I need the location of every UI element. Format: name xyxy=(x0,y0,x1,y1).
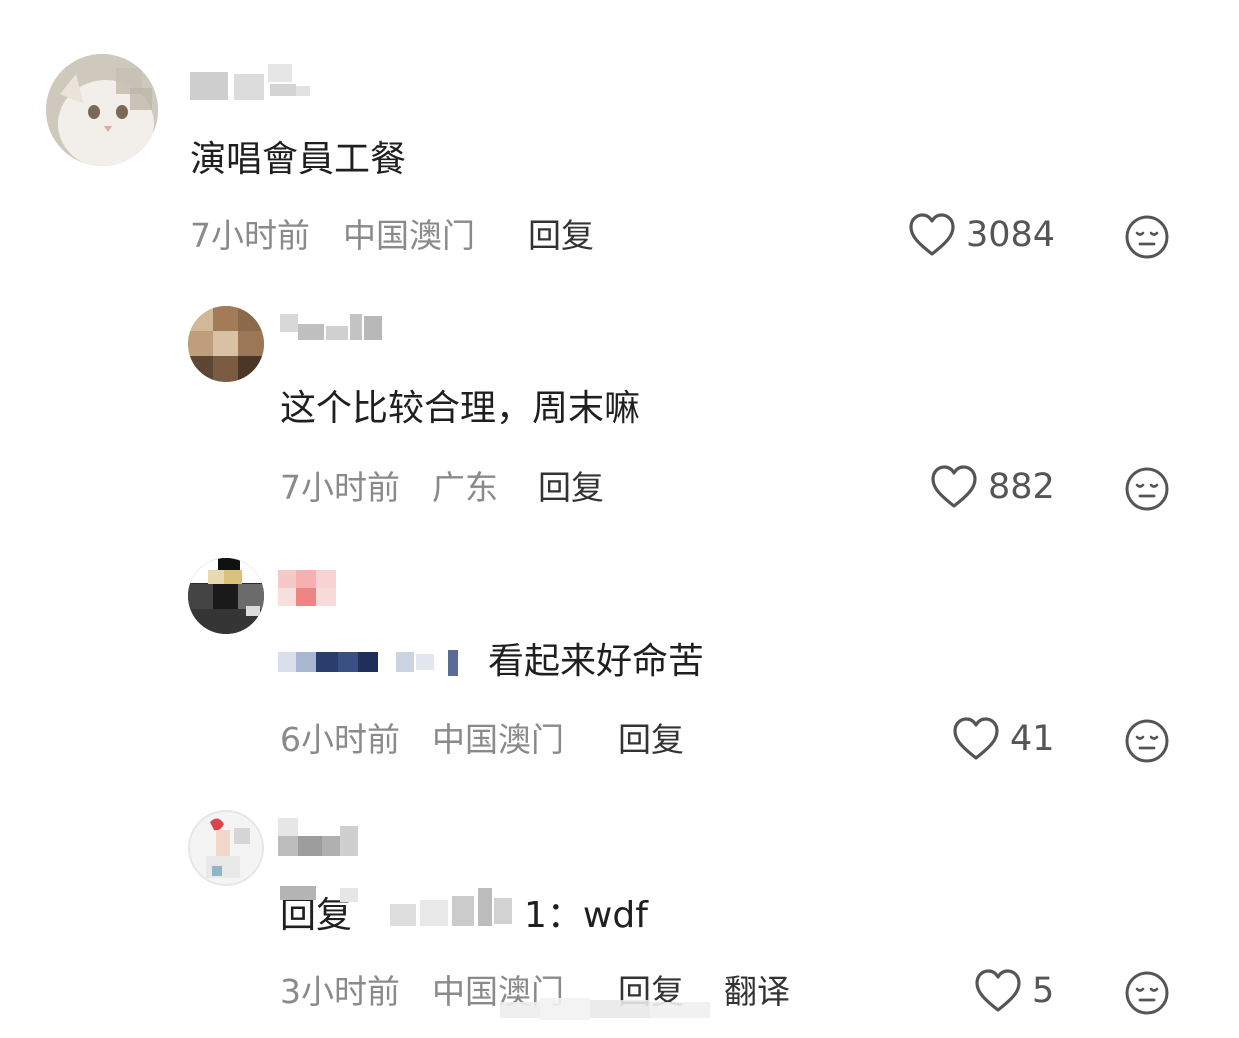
like-count: 41 xyxy=(1010,719,1055,759)
like-button[interactable]: 41 xyxy=(952,716,1055,762)
comment-time: 6小时前 xyxy=(280,720,400,759)
watermark xyxy=(500,994,730,1022)
username-blurred[interactable] xyxy=(280,312,390,352)
avatar[interactable] xyxy=(46,54,158,166)
like-button[interactable]: 5 xyxy=(974,968,1054,1014)
neutral-face-icon[interactable] xyxy=(1124,214,1170,260)
reply-button[interactable]: 回复 xyxy=(538,468,604,508)
like-button[interactable]: 3084 xyxy=(908,212,1055,258)
comment-time: 7小时前 xyxy=(280,468,400,507)
username-blurred[interactable] xyxy=(278,818,368,858)
like-count: 3084 xyxy=(966,215,1056,255)
like-button[interactable]: 882 xyxy=(930,464,1055,510)
translate-button[interactable]: 翻译 xyxy=(724,972,790,1012)
avatar[interactable] xyxy=(188,810,264,886)
comment-location: 中国澳门 xyxy=(432,720,564,759)
avatar[interactable] xyxy=(188,558,264,634)
comment-location: 广东 xyxy=(432,468,498,507)
reply-prefix-area: 回复 1：wdf xyxy=(280,886,680,946)
like-count: 882 xyxy=(988,467,1055,507)
heart-outline-icon xyxy=(909,213,955,256)
heart-outline-icon xyxy=(931,465,977,508)
comment-time: 7小时前 xyxy=(190,216,310,255)
username-blurred[interactable] xyxy=(190,64,320,104)
avatar[interactable] xyxy=(188,306,264,382)
heart-outline-icon xyxy=(975,969,1021,1012)
reply-button[interactable]: 回复 xyxy=(618,720,684,760)
comment-time: 3小时前 xyxy=(280,972,400,1011)
heart-outline-icon xyxy=(953,717,999,760)
comment-text: 这个比较合理，周末嘛 xyxy=(280,388,641,429)
mention-blurred[interactable] xyxy=(390,904,416,926)
neutral-face-icon[interactable] xyxy=(1124,718,1170,764)
like-count: 5 xyxy=(1032,971,1055,1011)
username-blurred[interactable] xyxy=(278,566,338,606)
comment-text-suffix: 1：wdf xyxy=(524,895,648,936)
neutral-face-icon[interactable] xyxy=(1124,970,1170,1016)
neutral-face-icon[interactable] xyxy=(1124,466,1170,512)
comment-location: 中国澳门 xyxy=(343,216,475,255)
comment-text: 演唱會員工餐 xyxy=(190,139,407,180)
mention-blurred[interactable] xyxy=(278,646,468,682)
comment-text: 看起来好命苦 xyxy=(488,641,705,682)
reply-button[interactable]: 回复 xyxy=(528,216,594,256)
